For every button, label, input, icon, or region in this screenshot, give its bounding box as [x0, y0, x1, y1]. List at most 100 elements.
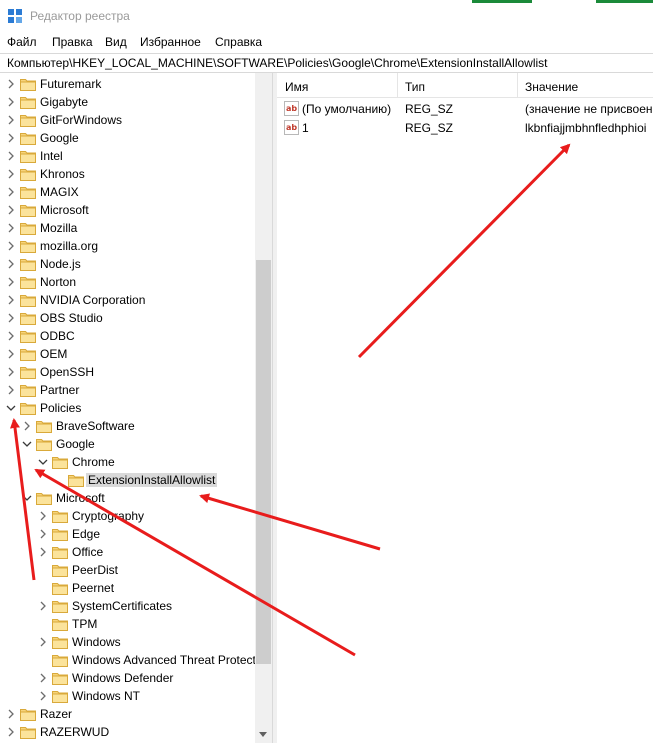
column-type[interactable]: Тип — [405, 80, 425, 94]
menu-favorites[interactable]: Избранное — [140, 35, 201, 49]
chevron-right-icon[interactable] — [38, 673, 48, 683]
chevron-right-icon[interactable] — [38, 547, 48, 557]
chevron-right-icon[interactable] — [38, 637, 48, 647]
value-row[interactable]: ab 1 REG_SZ lkbnfiajjmbhnfledhphioi — [277, 119, 653, 137]
address-path[interactable]: Компьютер\HKEY_LOCAL_MACHINE\SOFTWARE\Po… — [7, 56, 548, 70]
tree-node-label: Norton — [40, 275, 77, 289]
address-bar[interactable]: Компьютер\HKEY_LOCAL_MACHINE\SOFTWARE\Po… — [0, 53, 653, 73]
registry-editor-icon — [8, 9, 22, 23]
tree-node-label: PeerDist — [72, 563, 119, 577]
value-type: REG_SZ — [405, 121, 454, 135]
chevron-right-icon[interactable] — [6, 151, 16, 161]
scroll-down-arrow-icon[interactable] — [259, 732, 267, 737]
tree-node-label: Google — [40, 131, 79, 145]
tree-node-label: mozilla.org — [40, 239, 99, 253]
column-value[interactable]: Значение — [525, 80, 578, 94]
folder-icon — [20, 403, 36, 415]
tree-node-label: Mozilla — [40, 221, 78, 235]
tree-node-label: Peernet — [72, 581, 115, 595]
tree-node-label: Razer — [40, 707, 73, 721]
menu-help[interactable]: Справка — [215, 35, 262, 49]
chevron-right-icon[interactable] — [6, 115, 16, 125]
folder-icon — [36, 421, 52, 433]
tree-node-label: Windows Defender — [72, 671, 174, 685]
chevron-right-icon[interactable] — [6, 295, 16, 305]
menu-edit[interactable]: Правка — [52, 35, 93, 49]
taskbar-strip — [596, 0, 653, 3]
value-row[interactable]: ab (По умолчанию) REG_SZ (значение не пр… — [277, 100, 653, 118]
tree-node-label: Chrome — [72, 455, 115, 469]
folder-icon — [52, 601, 68, 613]
chevron-down-icon[interactable] — [6, 403, 16, 413]
registry-tree[interactable]: Futuremark Gigabyte GitForWindows Google Int… — [0, 73, 272, 743]
chevron-right-icon[interactable] — [6, 313, 16, 323]
value-name: (По умолчанию) — [302, 102, 392, 116]
chevron-right-icon[interactable] — [38, 601, 48, 611]
tree-node-label: Futuremark — [40, 77, 102, 91]
chevron-right-icon[interactable] — [6, 727, 16, 737]
folder-icon — [20, 331, 36, 343]
folder-icon — [20, 709, 36, 721]
chevron-right-icon[interactable] — [6, 223, 16, 233]
folder-icon — [52, 457, 68, 469]
menu-bar: Файл Правка Вид Избранное Справка — [0, 32, 653, 52]
chevron-right-icon[interactable] — [6, 385, 16, 395]
column-separator[interactable] — [397, 73, 398, 97]
column-name[interactable]: Имя — [285, 80, 308, 94]
chevron-right-icon[interactable] — [38, 529, 48, 539]
chevron-right-icon[interactable] — [6, 97, 16, 107]
folder-icon — [52, 619, 68, 631]
chevron-right-icon[interactable] — [38, 691, 48, 701]
folder-icon — [20, 241, 36, 253]
tree-node-label: OEM — [40, 347, 68, 361]
chevron-right-icon[interactable] — [6, 133, 16, 143]
chevron-right-icon[interactable] — [6, 277, 16, 287]
folder-icon — [52, 673, 68, 685]
tree-node-label: Gigabyte — [40, 95, 89, 109]
chevron-right-icon[interactable] — [6, 169, 16, 179]
tree-node-label: OBS Studio — [40, 311, 103, 325]
chevron-right-icon[interactable] — [22, 421, 32, 431]
scrollbar-thumb[interactable] — [256, 260, 271, 664]
chevron-right-icon[interactable] — [6, 259, 16, 269]
tree-node-label: Google — [56, 437, 95, 451]
chevron-right-icon[interactable] — [6, 205, 16, 215]
folder-icon — [52, 583, 68, 595]
tree-node-label: Office — [72, 545, 104, 559]
tree-scrollbar[interactable] — [255, 73, 272, 743]
list-header: Имя Тип Значение — [277, 73, 653, 98]
tree-node-label: GitForWindows — [40, 113, 123, 127]
chevron-right-icon[interactable] — [6, 79, 16, 89]
tree-node-label: OpenSSH — [40, 365, 95, 379]
chevron-right-icon[interactable] — [6, 349, 16, 359]
chevron-right-icon[interactable] — [6, 709, 16, 719]
folder-icon — [20, 367, 36, 379]
chevron-right-icon[interactable] — [38, 511, 48, 521]
value-data: lkbnfiajjmbhnfledhphioi — [525, 121, 647, 135]
folder-icon — [52, 529, 68, 541]
chevron-down-icon[interactable] — [22, 439, 32, 449]
chevron-down-icon[interactable] — [22, 493, 32, 503]
values-list[interactable]: Имя Тип Значение ab (По умолчанию) REG_S… — [277, 73, 653, 743]
column-separator[interactable] — [517, 73, 518, 97]
menu-file[interactable]: Файл — [7, 35, 37, 49]
folder-icon — [52, 565, 68, 577]
svg-text:ab: ab — [286, 123, 297, 132]
folder-icon — [20, 295, 36, 307]
folder-icon — [20, 151, 36, 163]
string-value-icon: ab — [284, 101, 299, 116]
chevron-right-icon[interactable] — [6, 367, 16, 377]
folder-icon — [20, 277, 36, 289]
title-bar: Редактор реестра — [0, 0, 653, 32]
menu-view[interactable]: Вид — [105, 35, 127, 49]
folder-icon — [20, 385, 36, 397]
folder-icon — [20, 223, 36, 235]
chevron-down-icon[interactable] — [38, 457, 48, 467]
tree-node-label: TPM — [72, 617, 98, 631]
folder-icon — [20, 205, 36, 217]
chevron-right-icon[interactable] — [6, 187, 16, 197]
chevron-right-icon[interactable] — [6, 331, 16, 341]
tree-node-label: Cryptography — [72, 509, 145, 523]
tree-node-label: NVIDIA Corporation — [40, 293, 146, 307]
chevron-right-icon[interactable] — [6, 241, 16, 251]
